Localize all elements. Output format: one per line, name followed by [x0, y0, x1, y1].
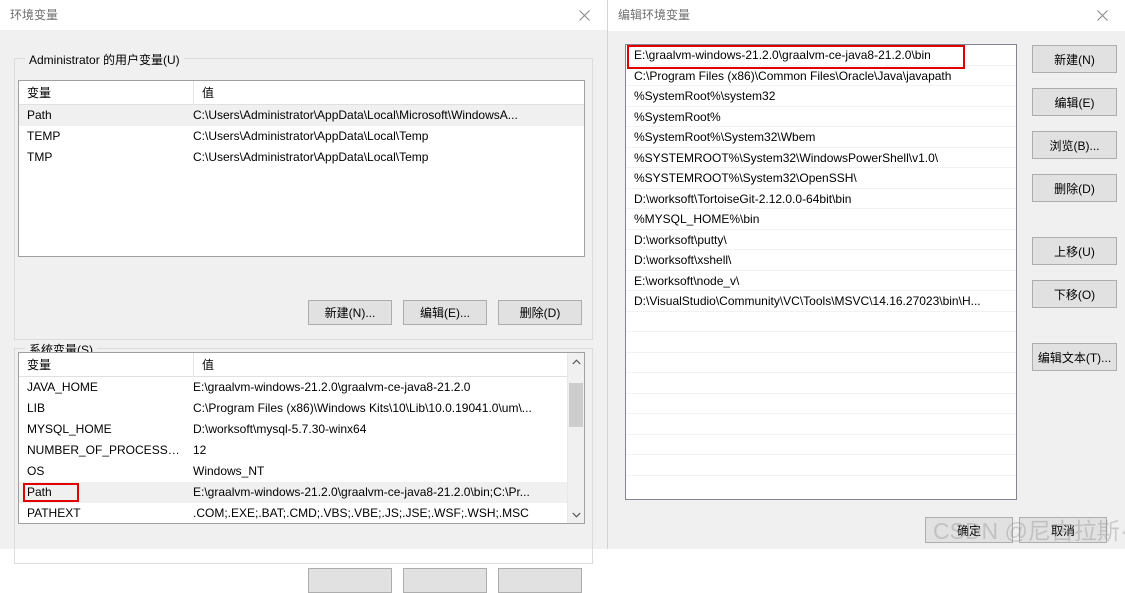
user-new-button[interactable]: 新建(N)...: [308, 300, 392, 325]
path-entry-row[interactable]: %SystemRoot%: [626, 107, 1016, 127]
table-row[interactable]: JAVA_HOME E:\graalvm-windows-21.2.0\graal…: [19, 377, 567, 398]
path-move-up-button[interactable]: 上移(U): [1032, 237, 1117, 265]
table-row[interactable]: NUMBER_OF_PROCESSORS 12: [19, 440, 567, 461]
edit-window-titlebar: 编辑环境变量: [608, 0, 1125, 31]
variable-name-cell: JAVA_HOME: [27, 380, 98, 394]
variable-value-cell: .COM;.EXE;.BAT;.CMD;.VBS;.VBE;.JS;.JSE;.…: [193, 506, 529, 520]
table-row[interactable]: TMP C:\Users\Administrator\AppData\Local\…: [19, 147, 584, 168]
variable-value-cell: C:\Users\Administrator\AppData\Local\Tem…: [193, 129, 429, 143]
variable-name-cell: TEMP: [27, 129, 61, 143]
path-entry-row[interactable]: D:\worksoft\putty\: [626, 230, 1016, 250]
table-row[interactable]: PATHEXT .COM;.EXE;.BAT;.CMD;.VBS;.VBE;.JS…: [19, 503, 567, 523]
variable-value-cell: C:\Users\Administrator\AppData\Local\Mic…: [193, 108, 518, 122]
system-delete-button[interactable]: [498, 568, 582, 593]
env-window-body: Administrator 的用户变量(U) 变量 值 Path C:\Users…: [0, 30, 607, 593]
system-variables-rows: JAVA_HOME E:\graalvm-windows-21.2.0\graal…: [19, 377, 567, 523]
user-col-value[interactable]: 值: [193, 81, 584, 105]
table-row[interactable]: OS Windows_NT: [19, 461, 567, 482]
variable-name-cell: Path: [27, 485, 52, 499]
variable-name-cell: Path: [27, 108, 52, 122]
table-row[interactable]: Path E:\graalvm-windows-21.2.0\graalvm-ce…: [19, 482, 567, 503]
user-delete-button[interactable]: 删除(D): [498, 300, 582, 325]
path-entry-row[interactable]: %SYSTEMROOT%\System32\OpenSSH\: [626, 168, 1016, 189]
path-entry-row-empty[interactable]: [626, 332, 1016, 353]
cancel-button[interactable]: 取消: [1019, 517, 1107, 543]
edit-window-title: 编辑环境变量: [618, 8, 691, 22]
system-col-name[interactable]: 变量: [19, 353, 193, 377]
variable-name-cell: LIB: [27, 401, 46, 415]
path-entry-row[interactable]: %SystemRoot%\system32: [626, 86, 1016, 107]
system-variables-header: 变量 值: [19, 353, 584, 377]
variable-value-cell: E:\graalvm-windows-21.2.0\graalvm-ce-jav…: [193, 485, 530, 499]
chevron-down-icon[interactable]: [568, 506, 584, 523]
path-entry-row-empty[interactable]: [626, 394, 1016, 414]
path-entry-list[interactable]: E:\graalvm-windows-21.2.0\graalvm-ce-jav…: [625, 44, 1017, 500]
variable-value-cell: C:\Users\Administrator\AppData\Local\Tem…: [193, 150, 429, 164]
variable-name-cell: OS: [27, 464, 45, 478]
edit-environment-variable-window: 编辑环境变量 E:\graalvm-windows-21.2.0\graalvm…: [607, 0, 1125, 549]
table-row[interactable]: TEMP C:\Users\Administrator\AppData\Local…: [19, 126, 584, 147]
variable-name-cell: PATHEXT: [27, 506, 81, 520]
env-window-titlebar: 环境变量: [0, 0, 607, 31]
path-entry-row-empty[interactable]: [626, 414, 1016, 435]
path-browse-button[interactable]: 浏览(B)...: [1032, 131, 1117, 159]
system-variables-list[interactable]: 变量 值 JAVA_HOME E:\graalvm-windows-21.2.0\…: [18, 352, 585, 524]
variable-name-cell: NUMBER_OF_PROCESSORS: [27, 443, 189, 457]
path-entry-row[interactable]: C:\Program Files (x86)\Common Files\Orac…: [626, 66, 1016, 86]
system-variables-scrollbar[interactable]: [567, 353, 584, 523]
variable-name-cell: MYSQL_HOME: [27, 422, 112, 436]
variable-value-cell: E:\graalvm-windows-21.2.0\graalvm-ce-jav…: [193, 380, 471, 394]
path-entry-row-empty[interactable]: [626, 312, 1016, 332]
path-entry-row[interactable]: E:\worksoft\node_v\: [626, 271, 1016, 291]
variable-value-cell: D:\worksoft\mysql-5.7.30-winx64: [193, 422, 367, 436]
table-row[interactable]: LIB C:\Program Files (x86)\Windows Kits\1…: [19, 398, 567, 419]
env-window-title: 环境变量: [10, 8, 59, 22]
user-variables-rows: Path C:\Users\Administrator\AppData\Local…: [19, 105, 584, 256]
close-icon[interactable]: [1079, 0, 1125, 30]
environment-variables-window: 环境变量 Administrator 的用户变量(U) 变量 值 Path C:\…: [0, 0, 607, 593]
variable-value-cell: 12: [193, 443, 207, 457]
path-move-down-button[interactable]: 下移(O): [1032, 280, 1117, 308]
path-entry-row-empty[interactable]: [626, 435, 1016, 455]
ok-button[interactable]: 确定: [925, 517, 1013, 543]
user-edit-button[interactable]: 编辑(E)...: [403, 300, 487, 325]
path-edit-button[interactable]: 编辑(E): [1032, 88, 1117, 116]
path-entry-row-empty[interactable]: [626, 373, 1016, 394]
system-new-button[interactable]: [308, 568, 392, 593]
path-entry-row[interactable]: E:\graalvm-windows-21.2.0\graalvm-ce-jav…: [626, 45, 1016, 66]
system-edit-button[interactable]: [403, 568, 487, 593]
table-row[interactable]: MYSQL_HOME D:\worksoft\mysql-5.7.30-winx6…: [19, 419, 567, 440]
close-icon[interactable]: [561, 0, 607, 30]
variable-name-cell: TMP: [27, 150, 53, 164]
path-entry-row[interactable]: %SystemRoot%\System32\Wbem: [626, 127, 1016, 148]
user-variables-legend: Administrator 的用户变量(U): [25, 51, 184, 68]
table-row[interactable]: Path C:\Users\Administrator\AppData\Local…: [19, 105, 584, 126]
user-variables-list[interactable]: 变量 值 Path C:\Users\Administrator\AppData\…: [18, 80, 585, 257]
variable-value-cell: C:\Program Files (x86)\Windows Kits\10\L…: [193, 401, 532, 415]
path-entry-row[interactable]: D:\worksoft\TortoiseGit-2.12.0.0-64bit\b…: [626, 189, 1016, 209]
chevron-up-icon[interactable]: [568, 353, 584, 370]
path-entry-row[interactable]: D:\worksoft\xshell\: [626, 250, 1016, 271]
path-edit-text-button[interactable]: 编辑文本(T)...: [1032, 343, 1117, 371]
system-col-value[interactable]: 值: [193, 353, 567, 377]
scrollbar-thumb[interactable]: [569, 383, 583, 427]
user-variables-header: 变量 值: [19, 81, 584, 105]
path-entry-row-empty[interactable]: [626, 353, 1016, 373]
path-delete-button[interactable]: 删除(D): [1032, 174, 1117, 202]
path-entry-row[interactable]: %SYSTEMROOT%\System32\WindowsPowerShell\…: [626, 148, 1016, 168]
path-entry-row[interactable]: %MYSQL_HOME%\bin: [626, 209, 1016, 230]
path-entry-row-empty[interactable]: [626, 455, 1016, 476]
user-col-name[interactable]: 变量: [19, 81, 193, 105]
edit-window-body: E:\graalvm-windows-21.2.0\graalvm-ce-jav…: [608, 30, 1125, 549]
variable-value-cell: Windows_NT: [193, 464, 265, 478]
path-entry-row[interactable]: D:\VisualStudio\Community\VC\Tools\MSVC\…: [626, 291, 1016, 312]
path-new-button[interactable]: 新建(N): [1032, 45, 1117, 73]
